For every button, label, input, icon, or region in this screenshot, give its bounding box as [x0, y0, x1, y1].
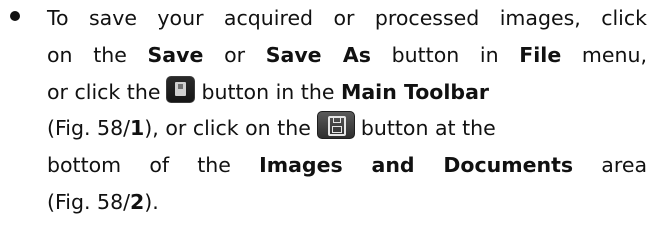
text-line-5: bottom of the Images and Documents area	[47, 147, 647, 184]
instruction-text: or	[203, 42, 266, 67]
bullet-item: To save your acquired or processed image…	[0, 0, 655, 246]
save-icon	[166, 75, 196, 103]
bullet-dot	[10, 11, 20, 21]
instruction-text: bottom of the	[47, 153, 260, 178]
images-documents-term: Images and Documents	[259, 153, 574, 178]
text-line-2: on the Save or Save As button in File me…	[47, 37, 647, 74]
instruction-paragraph: To save your acquired or processed image…	[47, 0, 647, 221]
instruction-text: To save your acquired or processed image…	[47, 6, 647, 30]
instruction-text: or click the	[47, 79, 161, 104]
instruction-text: button at the	[360, 116, 496, 141]
text-line-4: (Fig. 58/1), or click on the button at th…	[47, 110, 647, 147]
save-as-term: Save As	[265, 42, 371, 67]
text-line-3: or click the button in the Main Toolbar	[47, 74, 647, 111]
figure-ref-1: 1	[130, 116, 145, 141]
figure-ref-2: 2	[130, 189, 145, 214]
instruction-text: on the	[47, 42, 148, 67]
save-term: Save	[147, 42, 204, 67]
instruction-text: (Fig. 58/	[47, 189, 131, 214]
file-menu-term: File	[519, 42, 562, 67]
instruction-text: ), or click on the	[144, 116, 311, 141]
main-toolbar-term: Main Toolbar	[340, 79, 490, 104]
instruction-text: area	[573, 153, 648, 178]
instruction-text: menu,	[561, 42, 647, 67]
instruction-text: ).	[144, 189, 159, 214]
instruction-text: button in	[370, 42, 520, 67]
instruction-text: (Fig. 58/	[47, 116, 131, 141]
text-line-6: (Fig. 58/2).	[47, 184, 647, 221]
text-line-1: To save your acquired or processed image…	[47, 0, 647, 37]
instruction-text: button in the	[201, 79, 341, 104]
floppy-disk-icon	[316, 111, 355, 140]
